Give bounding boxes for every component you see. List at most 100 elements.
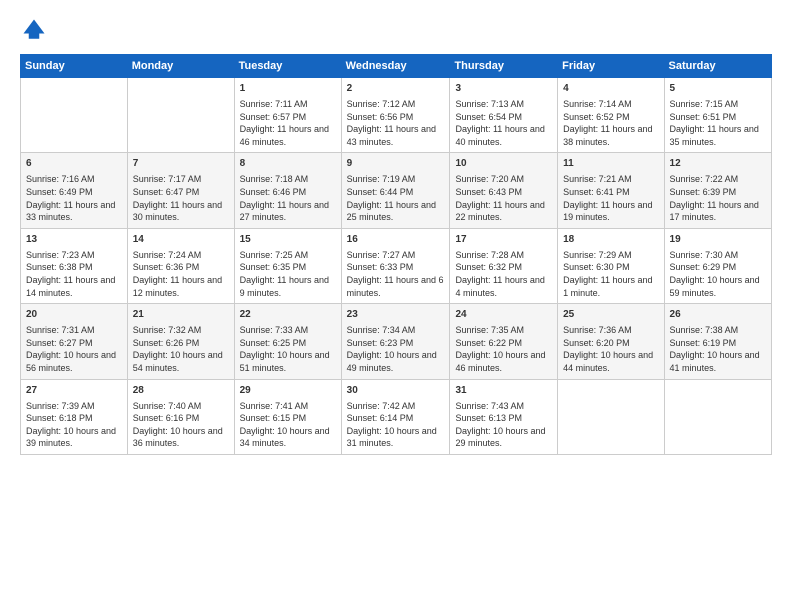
sunrise-text: Sunrise: 7:33 AM bbox=[240, 325, 309, 335]
daylight-text: Daylight: 11 hours and 4 minutes. bbox=[455, 275, 544, 298]
calendar-cell: 1Sunrise: 7:11 AMSunset: 6:57 PMDaylight… bbox=[234, 78, 341, 153]
day-header-thursday: Thursday bbox=[450, 55, 558, 78]
day-number: 27 bbox=[26, 384, 122, 398]
sunset-text: Sunset: 6:14 PM bbox=[347, 413, 414, 423]
calendar-cell bbox=[127, 78, 234, 153]
sunrise-text: Sunrise: 7:18 AM bbox=[240, 174, 309, 184]
calendar-cell: 17Sunrise: 7:28 AMSunset: 6:32 PMDayligh… bbox=[450, 228, 558, 303]
day-number: 4 bbox=[563, 82, 658, 96]
calendar-cell: 19Sunrise: 7:30 AMSunset: 6:29 PMDayligh… bbox=[664, 228, 771, 303]
calendar-cell: 28Sunrise: 7:40 AMSunset: 6:16 PMDayligh… bbox=[127, 379, 234, 454]
calendar-cell: 9Sunrise: 7:19 AMSunset: 6:44 PMDaylight… bbox=[341, 153, 450, 228]
sunset-text: Sunset: 6:20 PM bbox=[563, 338, 630, 348]
day-number: 10 bbox=[455, 157, 552, 171]
calendar-cell: 11Sunrise: 7:21 AMSunset: 6:41 PMDayligh… bbox=[558, 153, 664, 228]
sunset-text: Sunset: 6:16 PM bbox=[133, 413, 200, 423]
sunrise-text: Sunrise: 7:24 AM bbox=[133, 250, 202, 260]
day-header-sunday: Sunday bbox=[21, 55, 128, 78]
sunset-text: Sunset: 6:54 PM bbox=[455, 112, 522, 122]
calendar-cell: 30Sunrise: 7:42 AMSunset: 6:14 PMDayligh… bbox=[341, 379, 450, 454]
sunrise-text: Sunrise: 7:23 AM bbox=[26, 250, 95, 260]
sunset-text: Sunset: 6:33 PM bbox=[347, 262, 414, 272]
day-number: 2 bbox=[347, 82, 445, 96]
sunset-text: Sunset: 6:41 PM bbox=[563, 187, 630, 197]
sunrise-text: Sunrise: 7:36 AM bbox=[563, 325, 632, 335]
sunset-text: Sunset: 6:15 PM bbox=[240, 413, 307, 423]
day-number: 1 bbox=[240, 82, 336, 96]
day-number: 9 bbox=[347, 157, 445, 171]
sunset-text: Sunset: 6:35 PM bbox=[240, 262, 307, 272]
daylight-text: Daylight: 11 hours and 17 minutes. bbox=[670, 200, 759, 223]
daylight-text: Daylight: 11 hours and 40 minutes. bbox=[455, 124, 544, 147]
day-number: 18 bbox=[563, 233, 658, 247]
calendar-week-4: 20Sunrise: 7:31 AMSunset: 6:27 PMDayligh… bbox=[21, 304, 772, 379]
daylight-text: Daylight: 11 hours and 1 minute. bbox=[563, 275, 652, 298]
day-number: 8 bbox=[240, 157, 336, 171]
day-number: 6 bbox=[26, 157, 122, 171]
day-number: 30 bbox=[347, 384, 445, 398]
sunrise-text: Sunrise: 7:22 AM bbox=[670, 174, 739, 184]
sunset-text: Sunset: 6:44 PM bbox=[347, 187, 414, 197]
daylight-text: Daylight: 10 hours and 49 minutes. bbox=[347, 350, 437, 373]
calendar-table: SundayMondayTuesdayWednesdayThursdayFrid… bbox=[20, 54, 772, 455]
sunrise-text: Sunrise: 7:28 AM bbox=[455, 250, 524, 260]
calendar-cell: 22 Sunrise: 7:33 AM Sunset: 6:25 PM Dayligh… bbox=[234, 304, 341, 379]
day-number: 3 bbox=[455, 82, 552, 96]
day-number: 15 bbox=[240, 233, 336, 247]
calendar-cell: 23Sunrise: 7:34 AMSunset: 6:23 PMDayligh… bbox=[341, 304, 450, 379]
sunset-text: Sunset: 6:36 PM bbox=[133, 262, 200, 272]
sunrise-text: Sunrise: 7:30 AM bbox=[670, 250, 739, 260]
page: SundayMondayTuesdayWednesdayThursdayFrid… bbox=[0, 0, 792, 471]
sunset-text: Sunset: 6:25 PM bbox=[240, 338, 307, 348]
calendar-cell: 3Sunrise: 7:13 AMSunset: 6:54 PMDaylight… bbox=[450, 78, 558, 153]
day-number: 12 bbox=[670, 157, 766, 171]
daylight-text: Daylight: 11 hours and 22 minutes. bbox=[455, 200, 544, 223]
calendar-cell: 14 Sunrise: 7:24 AM Sunset: 6:36 PM Dayligh… bbox=[127, 228, 234, 303]
sunrise-text: Sunrise: 7:19 AM bbox=[347, 174, 416, 184]
day-number: 14 bbox=[133, 233, 229, 247]
calendar-cell: 6Sunrise: 7:16 AMSunset: 6:49 PMDaylight… bbox=[21, 153, 128, 228]
logo-icon bbox=[20, 16, 48, 44]
calendar-cell: 24Sunrise: 7:35 AMSunset: 6:22 PMDayligh… bbox=[450, 304, 558, 379]
daylight-text: Daylight: 11 hours and 30 minutes. bbox=[133, 200, 222, 223]
sunrise-text: Sunrise: 7:35 AM bbox=[455, 325, 524, 335]
sunset-text: Sunset: 6:26 PM bbox=[133, 338, 200, 348]
daylight-text: Daylight: 11 hours and 46 minutes. bbox=[240, 124, 329, 147]
sunrise-text: Sunrise: 7:16 AM bbox=[26, 174, 95, 184]
calendar-cell: 12Sunrise: 7:22 AMSunset: 6:39 PMDayligh… bbox=[664, 153, 771, 228]
sunrise-text: Sunrise: 7:40 AM bbox=[133, 401, 202, 411]
sunset-text: Sunset: 6:32 PM bbox=[455, 262, 522, 272]
daylight-text: Daylight: 11 hours and 9 minutes. bbox=[240, 275, 329, 298]
sunset-text: Sunset: 6:38 PM bbox=[26, 262, 93, 272]
calendar-cell: 5Sunrise: 7:15 AMSunset: 6:51 PMDaylight… bbox=[664, 78, 771, 153]
day-header-saturday: Saturday bbox=[664, 55, 771, 78]
sunrise-text: Sunrise: 7:34 AM bbox=[347, 325, 416, 335]
daylight-text: Daylight: 10 hours and 51 minutes. bbox=[240, 350, 330, 373]
sunset-text: Sunset: 6:30 PM bbox=[563, 262, 630, 272]
calendar-cell: 16Sunrise: 7:27 AMSunset: 6:33 PMDayligh… bbox=[341, 228, 450, 303]
day-header-wednesday: Wednesday bbox=[341, 55, 450, 78]
day-header-friday: Friday bbox=[558, 55, 664, 78]
sunrise-text: Sunrise: 7:14 AM bbox=[563, 99, 632, 109]
sunrise-text: Sunrise: 7:17 AM bbox=[133, 174, 202, 184]
sunset-text: Sunset: 6:29 PM bbox=[670, 262, 737, 272]
sunrise-text: Sunrise: 7:43 AM bbox=[455, 401, 524, 411]
sunrise-text: Sunrise: 7:27 AM bbox=[347, 250, 416, 260]
daylight-text: Daylight: 11 hours and 14 minutes. bbox=[26, 275, 115, 298]
sunrise-text: Sunrise: 7:29 AM bbox=[563, 250, 632, 260]
sunset-text: Sunset: 6:18 PM bbox=[26, 413, 93, 423]
sunrise-text: Sunrise: 7:25 AM bbox=[240, 250, 309, 260]
daylight-text: Daylight: 11 hours and 12 minutes. bbox=[133, 275, 222, 298]
calendar-cell: 10Sunrise: 7:20 AMSunset: 6:43 PMDayligh… bbox=[450, 153, 558, 228]
calendar-week-3: 13Sunrise: 7:23 AMSunset: 6:38 PMDayligh… bbox=[21, 228, 772, 303]
day-number: 31 bbox=[455, 384, 552, 398]
calendar-cell: 26Sunrise: 7:38 AMSunset: 6:19 PMDayligh… bbox=[664, 304, 771, 379]
sunset-text: Sunset: 6:13 PM bbox=[455, 413, 522, 423]
daylight-text: Daylight: 10 hours and 34 minutes. bbox=[240, 426, 330, 449]
day-number: 22 bbox=[240, 308, 336, 322]
calendar-cell: 29Sunrise: 7:41 AMSunset: 6:15 PMDayligh… bbox=[234, 379, 341, 454]
day-number: 11 bbox=[563, 157, 658, 171]
calendar-cell: 27Sunrise: 7:39 AMSunset: 6:18 PMDayligh… bbox=[21, 379, 128, 454]
sunrise-text: Sunrise: 7:21 AM bbox=[563, 174, 632, 184]
day-number: 21 bbox=[133, 308, 229, 322]
